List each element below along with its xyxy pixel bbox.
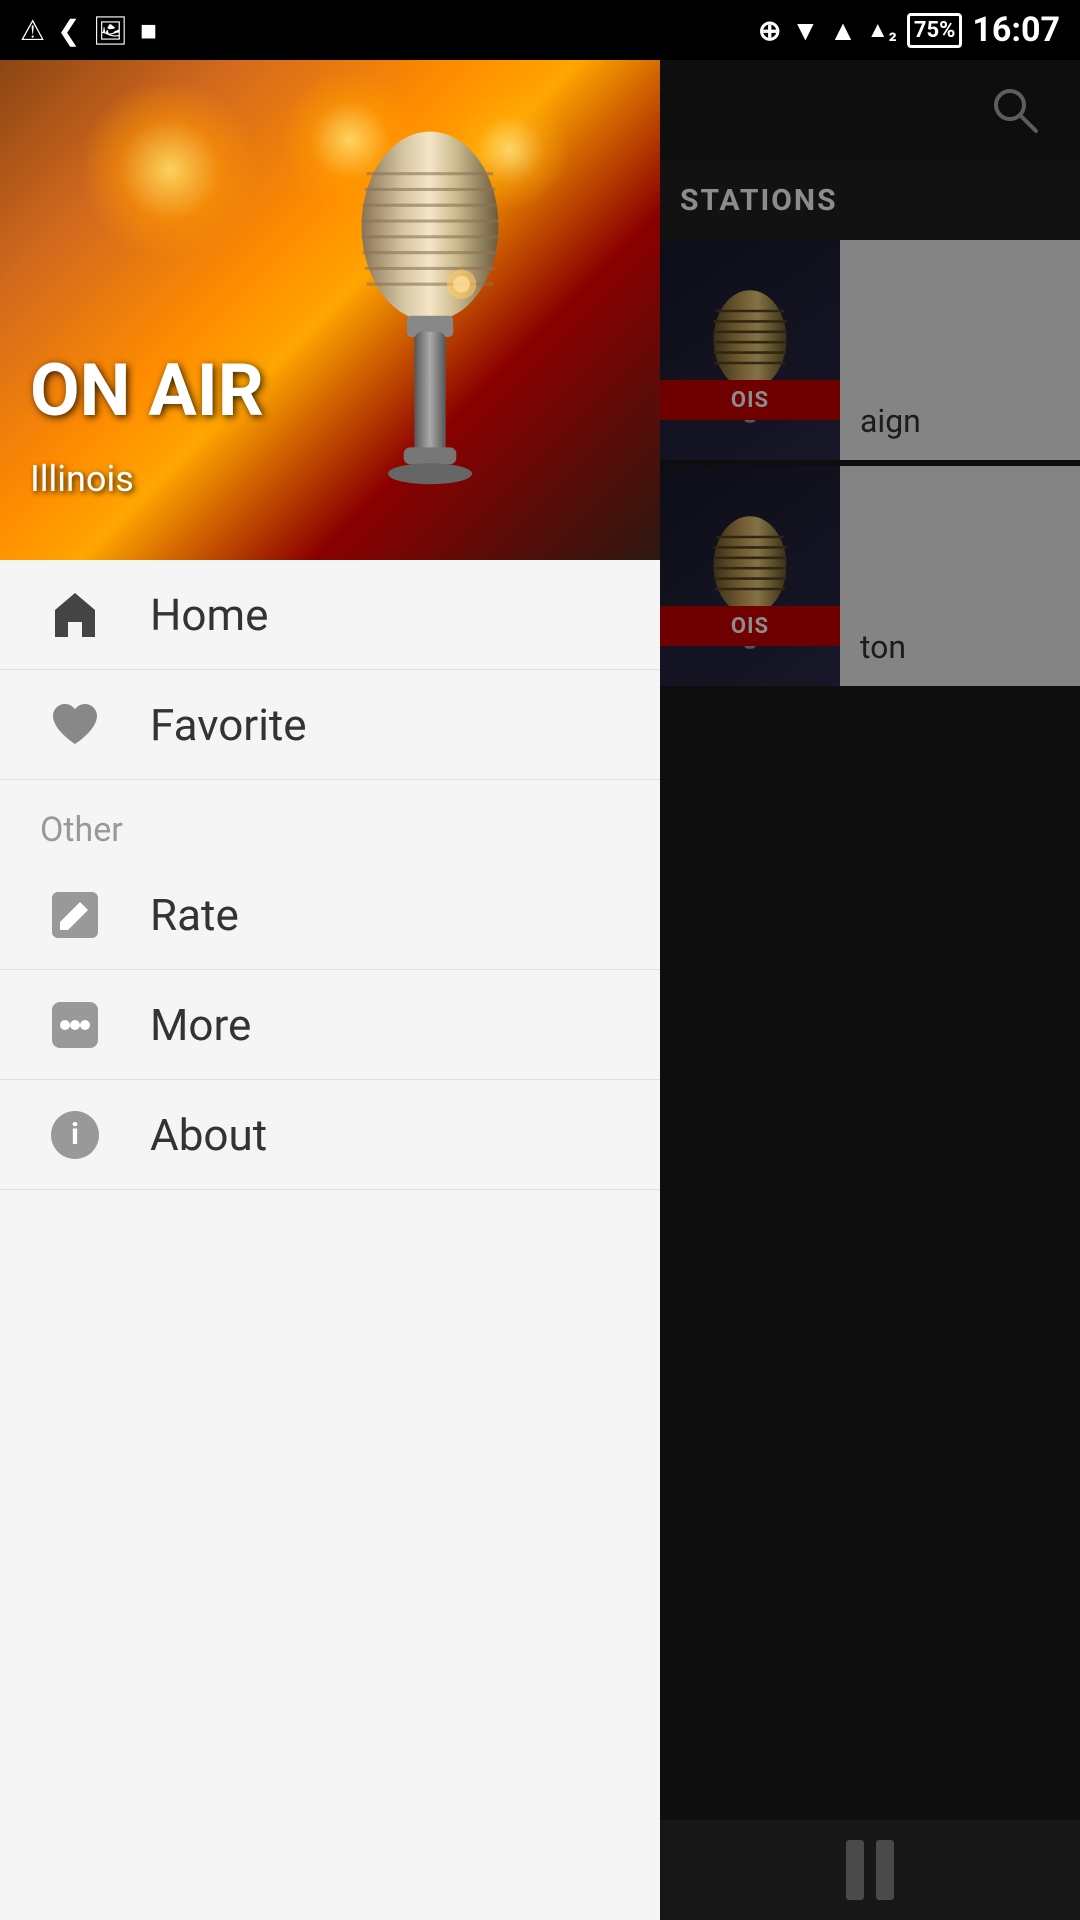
bottom-player[interactable] bbox=[660, 1820, 1080, 1920]
station-info-2: ton bbox=[840, 466, 1080, 686]
favorite-label: Favorite bbox=[150, 699, 307, 751]
status-bar-right: ⊕ ▼ ▲ ▲₂ 75% 16:07 bbox=[758, 10, 1060, 50]
info-icon: i bbox=[40, 1100, 110, 1170]
status-bar: ⚠ ❮ 🖼 ■ ⊕ ▼ ▲ ▲₂ 75% 16:07 bbox=[0, 0, 1080, 60]
station-location-1: aign bbox=[860, 402, 1060, 440]
station-location-2: ton bbox=[860, 628, 1060, 666]
menu-item-more[interactable]: More bbox=[0, 970, 660, 1080]
menu-item-home[interactable]: Home bbox=[0, 560, 660, 670]
menu-item-about[interactable]: i About bbox=[0, 1080, 660, 1190]
other-section-header: Other bbox=[0, 780, 660, 860]
mic-thumb-1 bbox=[660, 240, 840, 460]
wifi-icon: ▼ bbox=[791, 14, 819, 47]
home-icon bbox=[40, 580, 110, 650]
stop-icon: ■ bbox=[140, 14, 157, 47]
status-time: 16:07 bbox=[972, 10, 1060, 50]
station-card[interactable]: OIS aign bbox=[660, 240, 1080, 460]
search-button[interactable] bbox=[980, 75, 1050, 145]
station-red-bar-1: OIS bbox=[660, 380, 840, 420]
stations-list: OIS aign bbox=[660, 240, 1080, 1920]
station-thumb: OIS bbox=[660, 240, 840, 460]
hero-station-name: Illinois bbox=[30, 458, 134, 500]
pause-bar-1 bbox=[846, 1840, 864, 1900]
microphone-image bbox=[300, 100, 600, 520]
home-label: Home bbox=[150, 589, 268, 641]
image-icon: 🖼 bbox=[93, 14, 129, 47]
main-layout: ON AIR Illinois Home Favorite bbox=[0, 60, 1080, 1920]
menu-item-rate[interactable]: Rate bbox=[0, 860, 660, 970]
pause-bar-2 bbox=[876, 1840, 894, 1900]
right-panel: STATIONS bbox=[660, 60, 1080, 1920]
signal-icon: ▲ bbox=[829, 14, 857, 47]
menu-item-favorite[interactable]: Favorite bbox=[0, 670, 660, 780]
signal2-icon: ▲₂ bbox=[867, 17, 897, 43]
station-thumb-2: OIS bbox=[660, 466, 840, 686]
pause-icon bbox=[846, 1840, 894, 1900]
battery-icon: 75% bbox=[907, 13, 963, 48]
station-red-text-1: OIS bbox=[731, 388, 769, 413]
heart-icon bbox=[40, 690, 110, 760]
drawer: ON AIR Illinois Home Favorite bbox=[0, 60, 660, 1920]
notification-icon: ⚠ bbox=[20, 14, 45, 47]
station-red-text-2: OIS bbox=[731, 614, 769, 639]
on-air-text: ON AIR bbox=[30, 351, 264, 430]
about-label: About bbox=[150, 1109, 267, 1161]
rate-label: Rate bbox=[150, 889, 239, 941]
mic-thumb-2 bbox=[660, 466, 840, 686]
app-title: STATIONS bbox=[680, 183, 838, 218]
station-red-bar-2: OIS bbox=[660, 606, 840, 646]
back-icon: ❮ bbox=[57, 14, 80, 47]
light-orb-1 bbox=[80, 80, 260, 260]
hero-image: ON AIR Illinois bbox=[0, 60, 660, 560]
status-bar-left: ⚠ ❮ 🖼 ■ bbox=[20, 14, 157, 47]
more-label: More bbox=[150, 999, 251, 1051]
menu-section: Home Favorite Other R bbox=[0, 560, 660, 1920]
more-icon bbox=[40, 990, 110, 1060]
station-card[interactable]: OIS ton bbox=[660, 466, 1080, 686]
station-info-1: aign bbox=[840, 240, 1080, 460]
add-circle-icon: ⊕ bbox=[758, 14, 781, 47]
right-header bbox=[660, 60, 1080, 160]
app-title-bar: STATIONS bbox=[660, 160, 1080, 240]
edit-icon bbox=[40, 880, 110, 950]
svg-text:i: i bbox=[71, 1117, 79, 1152]
